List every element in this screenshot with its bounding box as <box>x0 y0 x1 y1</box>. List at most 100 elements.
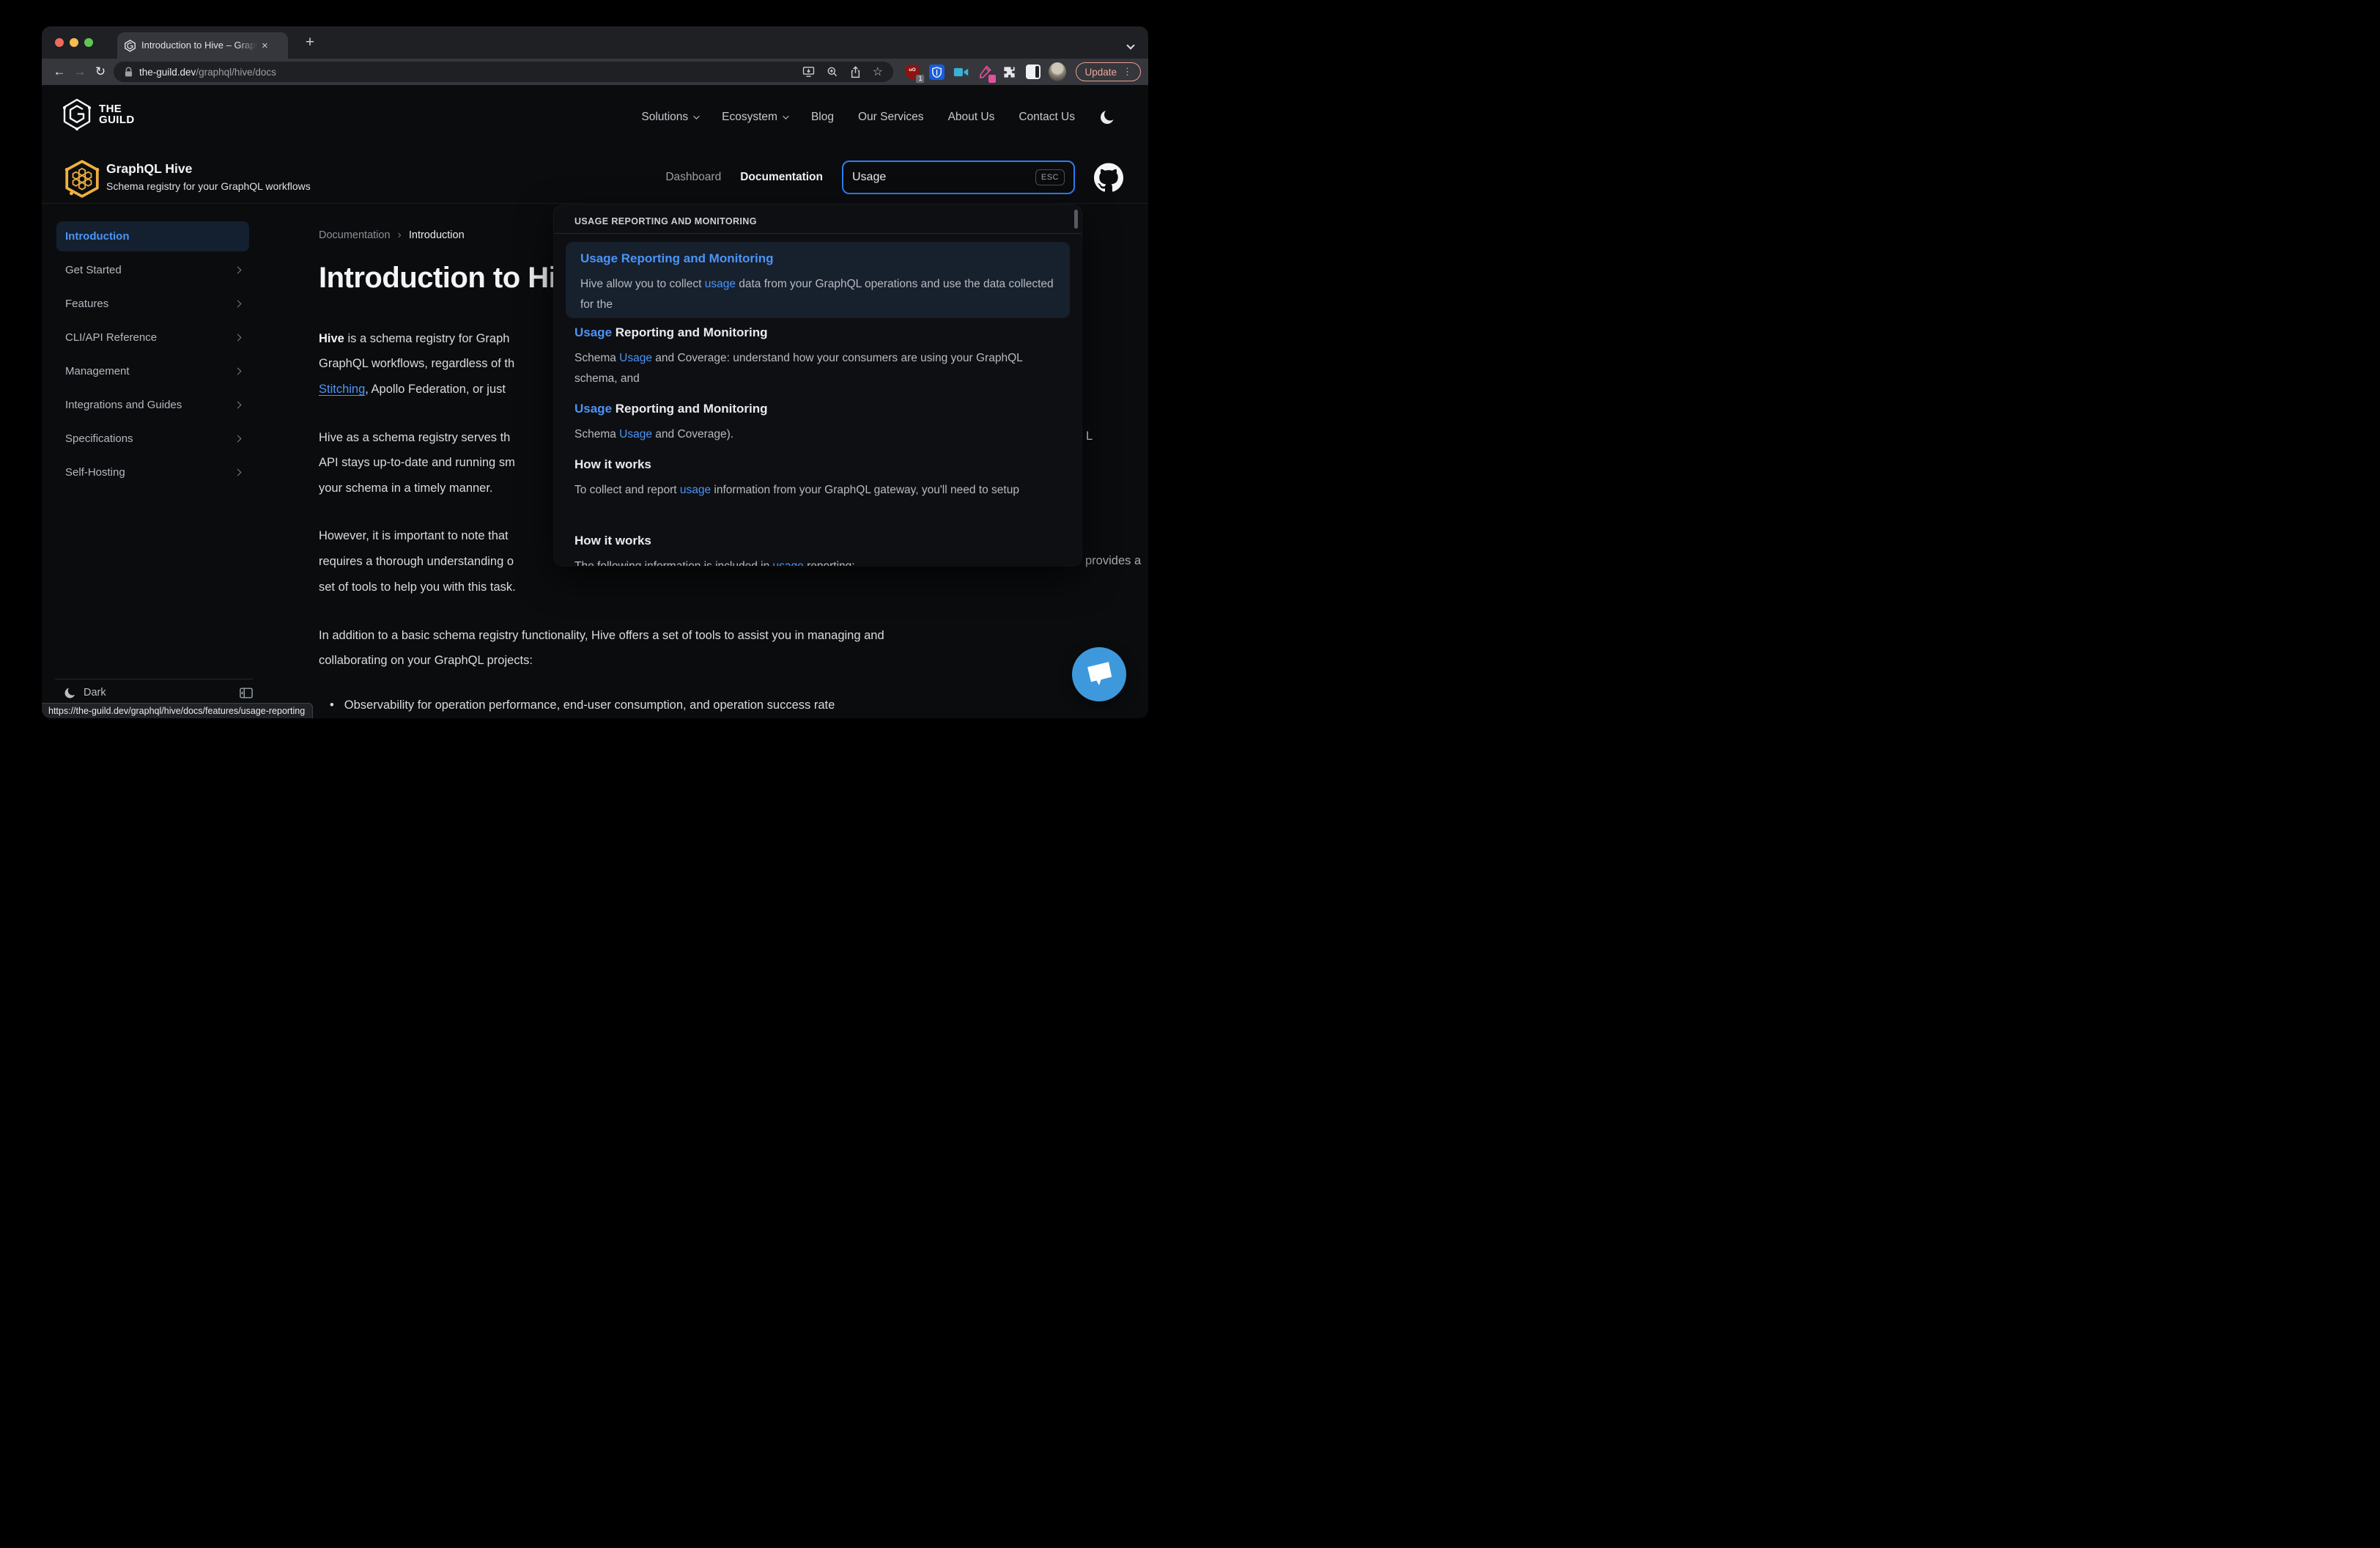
result-title: Usage Reporting and Monitoring <box>574 325 1057 340</box>
back-button[interactable]: ← <box>49 62 70 82</box>
pen-extension-badge <box>988 75 996 83</box>
chat-bubble-icon <box>1083 659 1115 689</box>
address-bar[interactable]: the-guild.dev /graphql/hive/docs ☆ <box>114 62 893 82</box>
site-nav: Solutions Ecosystem Blog Our Services Ab… <box>641 85 1115 150</box>
sidebar-item-cli-api-reference[interactable]: CLI/API Reference <box>56 322 249 353</box>
chevron-right-icon <box>234 402 242 409</box>
hive-logo-icon[interactable] <box>64 160 100 198</box>
nav-our-services[interactable]: Our Services <box>858 111 924 124</box>
nav-contact-us[interactable]: Contact Us <box>1019 111 1075 124</box>
theme-toggle-label: Dark <box>84 687 240 699</box>
tab-favicon-icon <box>125 40 136 52</box>
camera-extension-icon[interactable] <box>952 63 969 81</box>
nav-solutions[interactable]: Solutions <box>641 111 698 124</box>
esc-key-badge: ESC <box>1035 169 1065 185</box>
sidebar-item-introduction[interactable]: Introduction <box>56 221 249 251</box>
search-result[interactable]: Usage Reporting and Monitoring Schema Us… <box>574 402 1057 445</box>
search-input[interactable]: Usage ESC <box>842 161 1075 194</box>
reload-button[interactable]: ↻ <box>90 62 111 82</box>
body-line: API stays up-to-date and running sm <box>319 454 515 471</box>
theme-moon-icon[interactable] <box>1099 109 1115 125</box>
share-icon[interactable] <box>850 66 861 78</box>
chevron-down-icon <box>783 113 788 119</box>
sidebar-item-specifications[interactable]: Specifications <box>56 424 249 454</box>
stitching-link[interactable]: Stitching <box>319 383 365 396</box>
search-result-selected[interactable]: Usage Reporting and Monitoring Hive allo… <box>566 242 1070 318</box>
ublock-extension-icon[interactable]: uO 1 <box>903 63 921 81</box>
reader-extension-icon[interactable] <box>1024 63 1042 81</box>
breadcrumb-introduction: Introduction <box>409 229 465 241</box>
breadcrumb: Documentation › Introduction <box>319 229 465 242</box>
search-result[interactable]: Usage Reporting and Monitoring Schema Us… <box>574 325 1057 388</box>
window-close-button[interactable] <box>55 38 64 47</box>
sidebar-item-management[interactable]: Management <box>56 356 249 386</box>
docs-sidebar: Introduction Get Started Features CLI/AP… <box>56 221 249 487</box>
nav-ecosystem[interactable]: Ecosystem <box>722 111 787 124</box>
results-divider <box>554 233 1082 234</box>
chevron-right-icon <box>234 334 242 342</box>
sidebar-item-self-hosting[interactable]: Self-Hosting <box>56 457 249 487</box>
result-title: How it works <box>574 534 1057 548</box>
github-icon[interactable] <box>1094 163 1123 192</box>
the-guild-logo[interactable]: THE GUILD <box>62 98 135 130</box>
svg-text:uO: uO <box>909 67 916 73</box>
dropdown-scrollbar[interactable] <box>1074 210 1078 229</box>
sidebar-item-get-started[interactable]: Get Started <box>56 255 249 285</box>
guild-logo-icon <box>62 98 92 130</box>
window-minimize-button[interactable] <box>70 38 78 47</box>
body-line: Stitching, Apollo Federation, or just <box>319 381 506 397</box>
body-line: In addition to a basic schema registry f… <box>319 627 884 644</box>
chevron-right-icon <box>234 301 242 308</box>
browser-tab[interactable]: Introduction to Hive – GraphQL × <box>117 32 288 59</box>
nav-about-us[interactable]: About Us <box>948 111 995 124</box>
chevron-right-icon <box>234 435 242 443</box>
forward-button[interactable]: → <box>70 62 90 82</box>
extensions-area: uO 1 Update <box>901 62 1141 81</box>
chevron-right-icon <box>234 267 242 274</box>
occluded-text-fragment: provides a <box>1085 554 1141 568</box>
zoom-icon[interactable] <box>827 66 838 78</box>
chat-widget-button[interactable] <box>1072 647 1126 701</box>
result-body: Hive allow you to collect usage data fro… <box>580 274 1055 314</box>
profile-avatar[interactable] <box>1049 63 1066 81</box>
browser-menu-kebab-icon[interactable]: ⋮ <box>1123 66 1132 78</box>
brand-line-2: GUILD <box>99 114 135 126</box>
result-title: How it works <box>574 457 1057 472</box>
browser-toolbar: ← → ↻ the-guild.dev /graphql/hive/docs <box>42 59 1148 85</box>
result-body: To collect and report usage information … <box>574 480 1057 501</box>
body-line: collaborating on your GraphQL projects: <box>319 652 533 668</box>
result-body: Schema Usage and Coverage: understand ho… <box>574 348 1057 388</box>
bookmark-star-icon[interactable]: ☆ <box>873 64 883 79</box>
search-result[interactable]: How it works To collect and report usage… <box>574 457 1057 501</box>
header-divider <box>42 203 1148 204</box>
search-value: Usage <box>852 171 886 184</box>
extensions-puzzle-icon[interactable] <box>1000 63 1018 81</box>
bullet-marker: • <box>330 699 334 712</box>
sidebar-item-integrations-and-guides[interactable]: Integrations and Guides <box>56 390 249 420</box>
browser-window: Introduction to Hive – GraphQL × + ← → ↻… <box>42 26 1148 718</box>
breadcrumb-documentation[interactable]: Documentation <box>319 229 391 241</box>
pen-extension-icon[interactable] <box>976 63 994 81</box>
search-result[interactable]: How it works The following information i… <box>574 534 1057 566</box>
tab-close-button[interactable]: × <box>262 40 268 51</box>
theme-toggle[interactable]: Dark <box>64 683 253 702</box>
nav-blog[interactable]: Blog <box>811 111 834 124</box>
dashboard-link[interactable]: Dashboard <box>665 171 721 184</box>
tab-search-chevron-icon[interactable] <box>1128 39 1135 46</box>
search-results-dropdown: USAGE REPORTING AND MONITORING Usage Rep… <box>554 205 1082 566</box>
collapse-sidebar-icon[interactable] <box>240 688 253 699</box>
window-controls <box>55 38 93 47</box>
ublock-badge: 1 <box>916 75 924 83</box>
occluded-text-fragment: L <box>1086 430 1093 443</box>
window-zoom-button[interactable] <box>84 38 93 47</box>
bullet-item: • Observability for operation performanc… <box>330 699 835 712</box>
sidebar-item-features[interactable]: Features <box>56 289 249 319</box>
new-tab-button[interactable]: + <box>300 33 319 52</box>
page-title: Introduction to Hive <box>319 262 588 295</box>
bitwarden-extension-icon[interactable] <box>928 63 945 81</box>
documentation-link[interactable]: Documentation <box>740 171 823 184</box>
update-button[interactable]: Update ⋮ <box>1076 62 1141 81</box>
chevron-right-icon <box>234 469 242 476</box>
body-line: requires a thorough understanding o <box>319 553 514 570</box>
install-icon[interactable] <box>802 66 815 78</box>
